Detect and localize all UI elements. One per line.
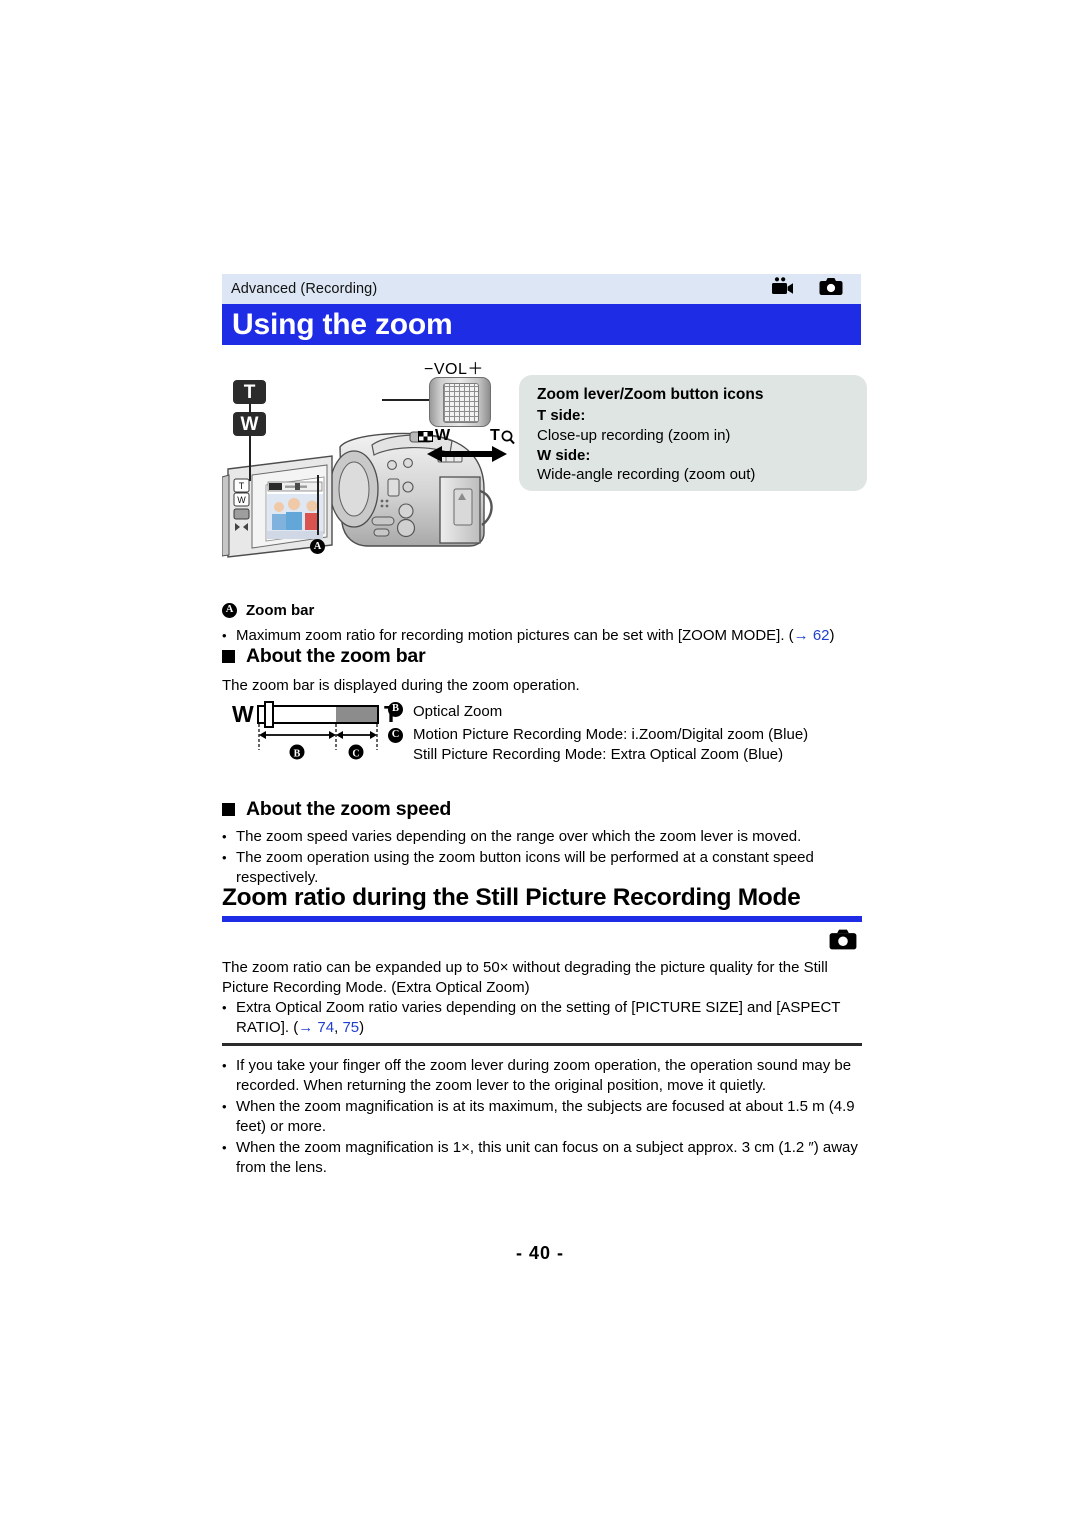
bullet-content: If you take your finger off the zoom lev… — [236, 1057, 852, 1095]
zoom-lever-graphic — [429, 377, 491, 427]
callout-marker-A: A — [310, 538, 325, 556]
page-title-bar: Using the zoom — [222, 304, 861, 345]
legend-item-B: B Optical Zoom — [388, 702, 868, 723]
page-ref-arrow-icon: → — [793, 627, 809, 644]
bullet-marker — [222, 848, 236, 868]
bullet-content: When the zoom magnification is 1×, this … — [236, 1139, 858, 1177]
still-camera-mode-icon — [829, 928, 857, 956]
breadcrumb: Advanced (Recording) — [231, 281, 378, 297]
list-item: If you take your finger off the zoom lev… — [222, 1056, 862, 1096]
bullet-marker — [222, 1138, 236, 1158]
bullet-content: Extra Optical Zoom ratio varies dependin… — [236, 998, 862, 1038]
segment-C-label: C — [352, 749, 359, 760]
zoom-mode-bullet: Maximum zoom ratio for recording motion … — [222, 626, 862, 646]
page-footer: - 40 - — [0, 1243, 1080, 1264]
zoom-bar-caption-label: Zoom bar — [246, 602, 315, 619]
lever-wide-marker: W — [418, 427, 450, 445]
manual-page: Advanced (Recording) Using the zoom T W … — [0, 0, 1080, 1526]
video-camera-icon — [771, 277, 794, 301]
vol-label: −VOL＋ — [424, 361, 484, 378]
callout-t-side-label: T side: — [537, 407, 586, 424]
zoom-bar-legend: B Optical Zoom C Motion Picture Recordin… — [388, 702, 868, 766]
bullet-text-after: ) — [359, 1019, 365, 1037]
still-zoom-paragraph: The zoom ratio can be expanded up to 50×… — [222, 959, 828, 997]
callout-w-side-text: Wide-angle recording (zoom out) — [537, 466, 756, 484]
marker-C: C — [388, 727, 403, 743]
leader-line-W — [249, 436, 251, 481]
zoom-bar-caption: A Zoom bar — [222, 602, 314, 619]
bullet-text-after: ) — [829, 627, 835, 644]
legend-C-lines: Motion Picture Recording Mode: i.Zoom/Di… — [413, 725, 808, 766]
checker-wide-icon — [418, 430, 433, 442]
page-ref-62[interactable]: 62 — [813, 627, 830, 644]
divider — [222, 1043, 862, 1046]
section-heading-about-zoom-bar: About the zoom bar — [222, 645, 426, 668]
magnifier-tele-icon — [501, 430, 515, 444]
page-ref-74[interactable]: 74 — [317, 1019, 334, 1036]
square-bullet-icon — [222, 650, 235, 663]
zoom-bar-intro: The zoom bar is displayed during the zoo… — [222, 677, 580, 694]
section-heading-about-zoom-speed: About the zoom speed — [222, 798, 451, 821]
major-section-heading: Zoom ratio during the Still Picture Reco… — [222, 884, 862, 922]
zoom-speed-bullets: The zoom speed varies depending on the r… — [222, 827, 862, 888]
callout-w-side-label: W side: — [537, 446, 591, 464]
bullet-marker — [222, 1097, 236, 1117]
list-item: When the zoom magnification is at its ma… — [222, 1097, 862, 1137]
zoom-button-T-icon: T — [233, 380, 266, 404]
bullet-marker — [222, 827, 236, 847]
page-ref-75[interactable]: 75 — [342, 1019, 359, 1036]
notes-list: If you take your finger off the zoom lev… — [222, 1056, 862, 1179]
marker-A: A — [222, 603, 237, 618]
leader-line-A — [317, 475, 319, 535]
leader-line-T — [249, 404, 251, 416]
lever-tele-marker: T — [490, 427, 515, 445]
bullet-content: The zoom operation using the zoom button… — [236, 849, 814, 887]
list-item: The zoom operation using the zoom button… — [222, 848, 862, 888]
bullet-text-before: Maximum zoom ratio for recording motion … — [236, 627, 794, 644]
square-bullet-icon — [222, 803, 235, 816]
marker-B: B — [388, 702, 403, 717]
legend-C-line-2: Still Picture Recording Mode: Extra Opti… — [413, 746, 784, 764]
major-section-heading-text: Zoom ratio during the Still Picture Reco… — [222, 884, 801, 911]
legend-item-C: C Motion Picture Recording Mode: i.Zoom/… — [388, 725, 868, 766]
segment-B-label: B — [294, 749, 301, 760]
page-ref-arrow-icon: → — [298, 1019, 314, 1037]
bullet-marker — [222, 626, 236, 646]
header-mode-icons — [771, 277, 843, 301]
still-camera-icon — [819, 277, 843, 301]
section-header-bar: Advanced (Recording) — [222, 274, 861, 304]
list-item: When the zoom magnification is 1×, this … — [222, 1138, 862, 1178]
page-number: - 40 - — [515, 1243, 564, 1263]
heading-underline — [222, 916, 862, 922]
callout-title: Zoom lever/Zoom button icons — [537, 386, 764, 403]
zoom-lever-illustration: T W T W A −VOL＋ W T Zoom lever/Zoom butt… — [222, 355, 867, 595]
svg-text:T: T — [239, 481, 245, 491]
zoom-bar-left-label: W — [232, 701, 254, 727]
camcorder-illustration: T W — [222, 431, 493, 558]
zoom-lever-texture — [443, 383, 479, 423]
page-title: Using the zoom — [232, 307, 453, 341]
bullet-content: Maximum zoom ratio for recording motion … — [236, 626, 862, 646]
bullet-marker — [222, 998, 236, 1018]
callout-t-side-text: Close-up recording (zoom in) — [537, 426, 731, 444]
lever-w-label: W — [435, 427, 451, 444]
list-item: The zoom speed varies depending on the r… — [222, 827, 862, 847]
zoom-lever-callout-box: Zoom lever/Zoom button icons T side: Clo… — [519, 375, 867, 491]
svg-text:W: W — [237, 495, 246, 505]
legend-B-text: Optical Zoom — [413, 703, 503, 720]
lever-t-label: T — [490, 427, 500, 444]
bullet-marker — [222, 1056, 236, 1076]
bullet-content: When the zoom magnification is at its ma… — [236, 1098, 855, 1136]
section-heading-text: About the zoom speed — [246, 798, 452, 820]
still-zoom-bullet: Extra Optical Zoom ratio varies dependin… — [222, 998, 862, 1038]
leader-line-lever — [382, 399, 430, 401]
legend-C-line-1: Motion Picture Recording Mode: i.Zoom/Di… — [413, 725, 809, 743]
double-arrow-icon — [427, 445, 507, 463]
section-heading-text: About the zoom bar — [246, 645, 426, 667]
bullet-content: The zoom speed varies depending on the r… — [236, 828, 802, 845]
